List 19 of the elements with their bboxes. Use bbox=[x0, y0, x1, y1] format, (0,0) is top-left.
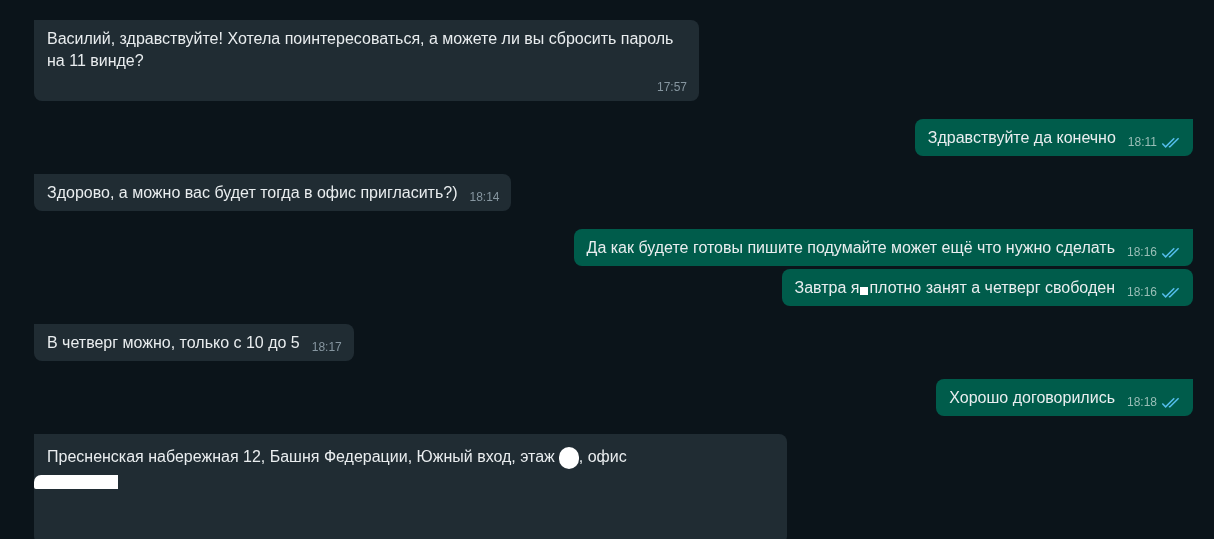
redaction-mark bbox=[860, 287, 869, 295]
message-text: В четверг можно, только с 10 до 5 bbox=[47, 334, 300, 351]
message-time: 18:16 bbox=[1126, 244, 1157, 261]
message-text: Да как будете готовы пишите подумайте может ещё что нужно сделать bbox=[586, 239, 1115, 256]
message-time: 18:16 bbox=[1126, 284, 1157, 301]
message-text: Здорово, а можно вас будет тогда в офис пригласить?) bbox=[47, 184, 458, 201]
message-text: Здравствуйте да конечно bbox=[927, 129, 1116, 146]
redaction-mark bbox=[558, 446, 579, 469]
message-text: плотно занят а четверг свободен bbox=[869, 279, 1115, 296]
message-time: 18:17 bbox=[311, 339, 342, 356]
message-text: Пресненская набережная 12, Башня Федерации, Южный вход, этаж bbox=[47, 448, 555, 465]
message-text: Завтра я bbox=[794, 279, 860, 296]
message-time: 18:11 bbox=[1127, 134, 1157, 151]
message-text: Василий, здравствуйте! Хотела поинтересоваться, а можете ли вы сбросить пароль на 11 винде? bbox=[47, 30, 674, 69]
message-time: 18:14 bbox=[469, 189, 500, 206]
message-time: 18:18 bbox=[1126, 394, 1157, 411]
message-time: 17:57 bbox=[656, 79, 687, 96]
message-text: , офис bbox=[578, 448, 627, 465]
message-text: Хорошо договорились bbox=[949, 389, 1115, 406]
